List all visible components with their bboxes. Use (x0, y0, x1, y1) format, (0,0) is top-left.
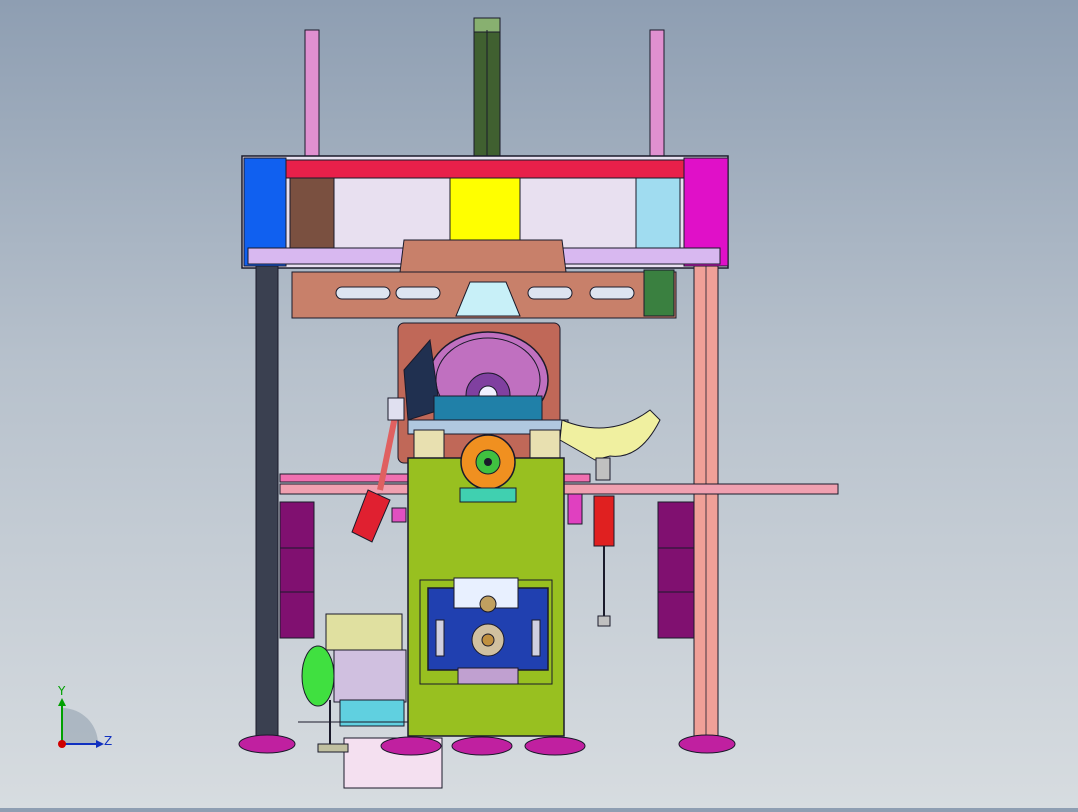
right-red-cylinder (593, 495, 615, 547)
cream-arm (559, 409, 661, 461)
y-axis-label: Y (58, 684, 66, 698)
slot-4 (589, 286, 635, 300)
right-guide-rod (649, 29, 665, 166)
coordinate-triad: Y Z (48, 684, 118, 756)
light-blue-block (635, 177, 681, 249)
brown-block (289, 177, 335, 249)
slot-3 (527, 286, 573, 300)
z-axis-label: Z (104, 734, 113, 748)
top-beam (247, 159, 721, 179)
foot-center-1 (380, 736, 442, 756)
left-cylinder (351, 489, 391, 543)
machine-assembly-drawing (238, 17, 839, 789)
foot-center-2 (451, 736, 513, 756)
cad-viewport[interactable] (0, 0, 1078, 808)
slot-1 (335, 286, 391, 300)
left-guide-rod (304, 29, 320, 166)
lower-motor-housing (325, 613, 403, 651)
left-post (255, 265, 279, 741)
right-purple-panel (657, 501, 695, 639)
foot-right (678, 734, 736, 754)
x-axis-dot (58, 740, 66, 748)
slot-2 (395, 286, 441, 300)
yellow-block (449, 177, 521, 249)
green-motor (301, 645, 335, 707)
foot-center-3 (524, 736, 586, 756)
left-purple-panel (279, 501, 315, 639)
foot-left (238, 734, 296, 754)
